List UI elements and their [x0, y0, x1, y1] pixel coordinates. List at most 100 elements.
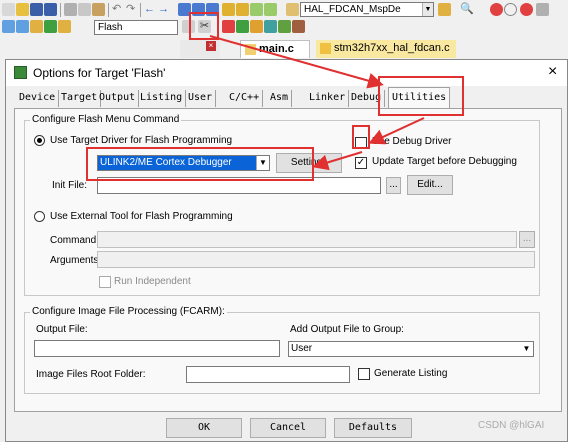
download-icon[interactable] — [44, 20, 57, 33]
forward-icon[interactable]: → — [158, 3, 171, 16]
redo-icon[interactable]: ↷ — [126, 3, 139, 16]
init-file-browse-button[interactable]: ... — [386, 177, 401, 194]
batch-build-icon[interactable] — [58, 20, 71, 33]
close-button[interactable]: × — [548, 63, 557, 81]
ide-toolbar: ↶ ↷ ← → HAL_FDCAN_MspDe ▼ 🔍 Flash ✂ — [0, 0, 568, 40]
editor-tab-fdcan[interactable]: stm32h7xx_hal_fdcan.c — [316, 40, 456, 58]
cut-icon[interactable] — [64, 3, 77, 16]
copy-icon[interactable] — [78, 3, 91, 16]
cancel-button[interactable]: Cancel — [250, 418, 326, 438]
dialog-title: Options for Target 'Flash' — [33, 66, 166, 80]
tab-cc[interactable]: C/C++ — [226, 90, 264, 107]
undo-icon[interactable]: ↶ — [112, 3, 125, 16]
save-icon[interactable] — [30, 3, 43, 16]
command-input — [97, 231, 517, 248]
unindent-icon[interactable] — [236, 3, 249, 16]
kill-breakpoints-icon[interactable] — [520, 3, 533, 16]
driver-select-value: ULINK2/ME Cortex Debugger — [100, 157, 232, 168]
root-folder-input[interactable] — [186, 366, 350, 383]
group-select-value: User — [291, 343, 313, 354]
tab-device[interactable]: Device — [16, 90, 60, 107]
watermark: CSDN @hlGAI — [478, 420, 545, 431]
save-all-icon[interactable] — [44, 3, 57, 16]
bookmark-next-icon[interactable] — [206, 3, 219, 16]
edit-button[interactable]: Edit... — [407, 175, 453, 195]
use-target-driver-label: Use Target Driver for Flash Programming — [50, 135, 233, 146]
group-select[interactable]: User ▼ — [288, 341, 534, 357]
function-select-value: HAL_FDCAN_MspDe — [304, 4, 401, 15]
generate-listing-checkbox[interactable] — [358, 368, 370, 380]
back-icon[interactable]: ← — [144, 3, 157, 16]
rebuild-icon[interactable] — [30, 20, 43, 33]
translate-icon[interactable] — [2, 20, 15, 33]
use-debug-driver-checkbox[interactable] — [355, 137, 367, 149]
target-select[interactable]: Flash — [94, 20, 178, 35]
manage-project-icon[interactable] — [222, 20, 235, 33]
new-file-icon[interactable] — [2, 3, 15, 16]
image-group-label: Configure Image File Processing (FCARM): — [30, 306, 227, 317]
flash-group-label: Configure Flash Menu Command — [30, 114, 182, 125]
update-target-label: Update Target before Debugging — [372, 156, 517, 167]
init-file-input[interactable] — [97, 177, 381, 194]
uncomment-icon[interactable] — [264, 3, 277, 16]
tab-listing[interactable]: Listing — [137, 90, 187, 107]
indent-icon[interactable] — [222, 3, 235, 16]
root-folder-label: Image Files Root Folder: — [36, 369, 146, 380]
bookmark-icon[interactable] — [178, 3, 191, 16]
ok-button[interactable]: OK — [166, 418, 242, 438]
settings-button[interactable]: Settings — [276, 153, 342, 173]
search-icon[interactable]: 🔍 — [460, 3, 474, 16]
options-dialog: Options for Target 'Flash' × Device Targ… — [5, 59, 568, 442]
editor-tab-main[interactable]: main.c — [240, 40, 310, 58]
add-output-label: Add Output File to Group: — [290, 324, 404, 335]
editor-tab-blank[interactable]: × — [180, 40, 220, 58]
run-independent-checkbox — [99, 276, 111, 288]
manage-rte-icon[interactable] — [264, 20, 277, 33]
editor-tab-label: stm32h7xx_hal_fdcan.c — [334, 42, 450, 54]
tab-output[interactable]: Output — [96, 90, 140, 107]
open-icon[interactable] — [16, 3, 29, 16]
select-packs-icon[interactable] — [250, 20, 263, 33]
arguments-label: Arguments: — [50, 255, 102, 266]
translate-file-icon[interactable] — [182, 20, 195, 33]
find-icon[interactable] — [438, 3, 451, 16]
pack-installer-icon[interactable] — [236, 20, 249, 33]
window-icon[interactable] — [536, 3, 549, 16]
breakpoint-icon[interactable] — [504, 3, 517, 16]
function-select[interactable]: HAL_FDCAN_MspDe ▼ — [300, 2, 434, 17]
options-for-target-icon[interactable]: ✂ — [198, 20, 211, 33]
output-file-input[interactable] — [34, 340, 280, 357]
use-target-driver-radio[interactable] — [34, 135, 45, 146]
close-icon[interactable]: × — [206, 41, 216, 51]
target-select-value: Flash — [98, 22, 123, 33]
use-debug-driver-label: Use Debug Driver — [372, 136, 452, 147]
paste-icon[interactable] — [92, 3, 105, 16]
configure-icon[interactable] — [278, 20, 291, 33]
keil-logo-icon — [14, 66, 27, 79]
tab-utilities[interactable]: Utilities — [388, 87, 451, 109]
bookmark-prev-icon[interactable] — [192, 3, 205, 16]
use-external-tool-radio[interactable] — [34, 211, 45, 222]
defaults-button[interactable]: Defaults — [334, 418, 412, 438]
stop-icon[interactable] — [490, 3, 503, 16]
update-target-checkbox[interactable]: ✓ — [355, 157, 367, 169]
extra-icon[interactable] — [292, 20, 305, 33]
driver-select[interactable]: ULINK2/ME Cortex Debugger ▼ — [97, 155, 270, 171]
tab-linker[interactable]: Linker — [306, 90, 350, 107]
chevron-down-icon: ▼ — [522, 344, 531, 353]
build-icon[interactable] — [16, 20, 29, 33]
use-external-tool-label: Use External Tool for Flash Programming — [50, 211, 233, 222]
tab-user[interactable]: User — [185, 90, 217, 107]
output-file-label: Output File: — [36, 324, 88, 335]
dialog-titlebar: Options for Target 'Flash' × — [6, 60, 567, 86]
find-in-files-icon[interactable] — [286, 3, 299, 16]
command-label: Command: — [50, 235, 99, 246]
comment-icon[interactable] — [250, 3, 263, 16]
c-file-icon — [245, 44, 256, 55]
run-independent-label: Run Independent — [114, 276, 191, 287]
tab-debug[interactable]: Debug — [348, 90, 386, 107]
tab-target[interactable]: Target — [58, 90, 102, 107]
init-file-label: Init File: — [52, 180, 88, 191]
chevron-down-icon: ▼ — [256, 156, 269, 170]
tab-asm[interactable]: Asm — [267, 90, 293, 107]
